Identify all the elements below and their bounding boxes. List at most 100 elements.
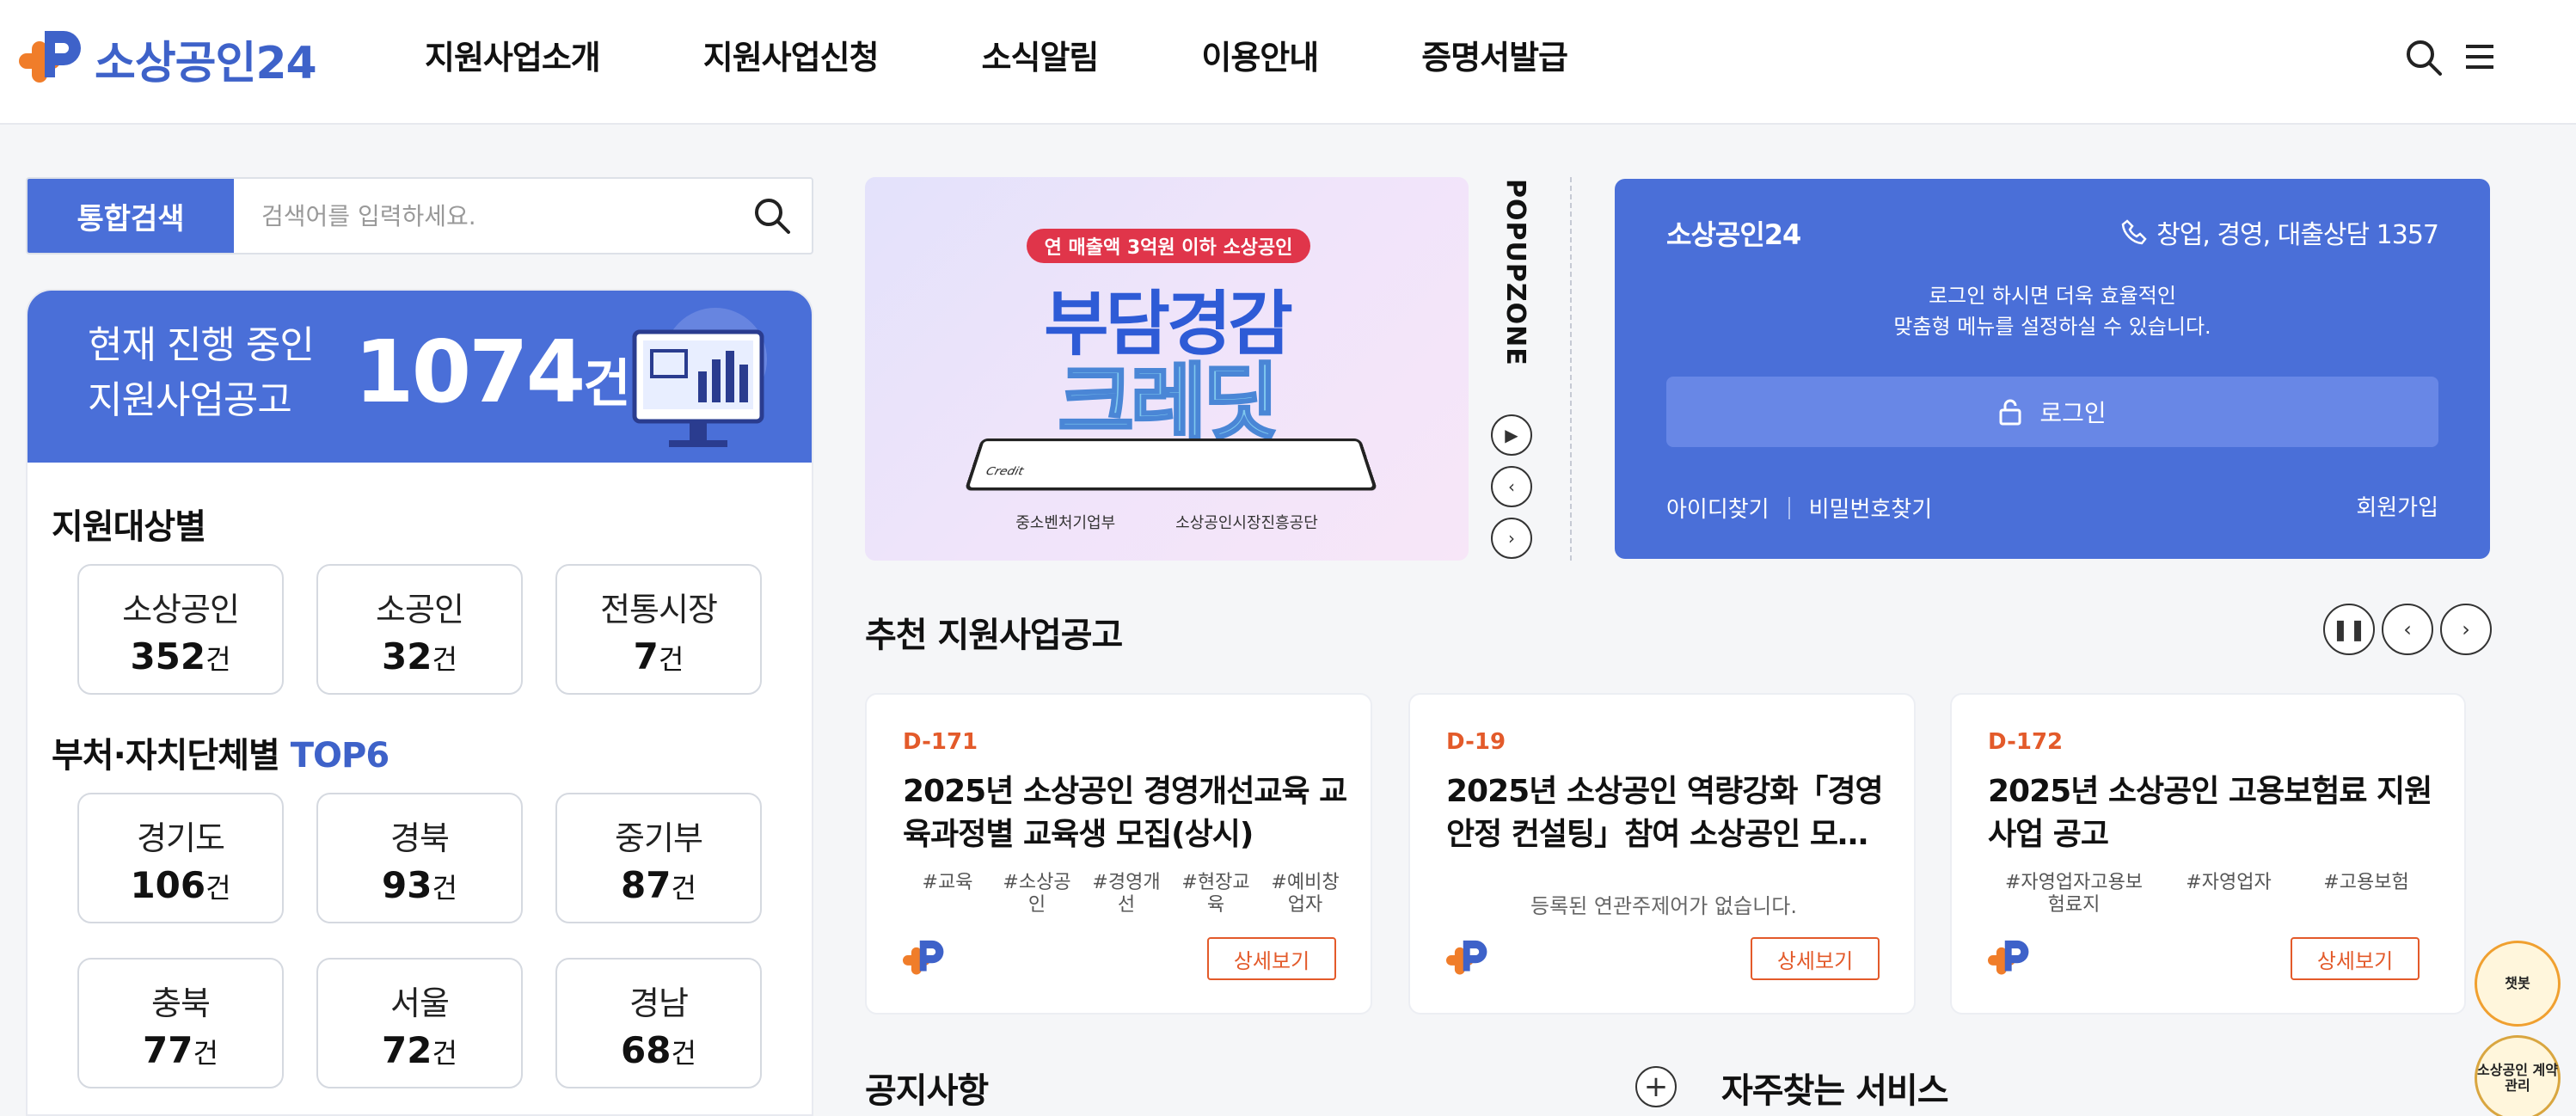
ongoing-label-line1: 현재 진행 중인 — [88, 323, 315, 367]
nav-item-intro[interactable]: 지원사업소개 — [425, 31, 601, 78]
target-item-name: 전통시장 — [600, 591, 718, 629]
search-icon[interactable] — [2404, 38, 2444, 77]
dday-badge: D-171 — [903, 729, 978, 755]
find-password-link[interactable]: 비밀번호찾기 — [1809, 492, 1933, 524]
target-item-manufacturer[interactable]: 소공인 32건 — [316, 564, 523, 695]
banner-title2: 크레딧 — [1057, 353, 1280, 452]
card-title: 2025년 소상공인 경영개선교육 교육과정별 교육생 모집(상시) — [903, 774, 1347, 852]
target-item-small-business[interactable]: 소상공인 352건 — [77, 564, 284, 695]
tag[interactable]: #자영업자고용보험료지 — [1996, 872, 2151, 917]
site-header: 소상공인24 지원사업소개 지원사업신청 소식알림 이용안내 증명서발급 — [0, 0, 2576, 125]
no-tags-message: 등록된 연관주제어가 없습니다. — [1530, 894, 1797, 918]
main-nav: 지원사업소개 지원사업신청 소식알림 이용안내 증명서발급 — [425, 31, 1671, 78]
contract-manage-button[interactable]: 소상공인 계약관리 — [2475, 1035, 2561, 1116]
chatbot-button[interactable]: 챗봇 — [2475, 941, 2561, 1027]
region-item-mss[interactable]: 중기부 87건 — [555, 793, 762, 923]
region-item-gyeongnam[interactable]: 경남 68건 — [555, 958, 762, 1088]
monitor-chart-icon — [632, 308, 767, 447]
region-item-gyeongbuk[interactable]: 경북 93건 — [316, 793, 523, 923]
contract-label: 소상공인 계약관리 — [2477, 1062, 2558, 1094]
card-text: Credit — [984, 465, 1025, 478]
site-logo[interactable]: 소상공인24 — [19, 24, 317, 93]
login-button[interactable]: 로그인 — [1666, 377, 2438, 447]
region-item-seoul[interactable]: 서울 72건 — [316, 958, 523, 1088]
find-id-link[interactable]: 아이디찾기 — [1666, 492, 1769, 524]
banner-pill: 연 매출액 3억원 이하 소상공인 — [1027, 229, 1310, 263]
popup-next-button[interactable]: › — [1491, 518, 1532, 559]
banner-orgs: 중소벤처기업부 소상공인시장진흥공단 — [865, 511, 1469, 533]
popup-prev-button[interactable]: ‹ — [1491, 466, 1532, 507]
ongoing-count-banner[interactable]: 현재 진행 중인 지원사업공고 1074건 — [28, 291, 812, 463]
card-title: 2025년 소상공인 역량강화「경영안정 컨설팅」참여 소상공인 모… — [1446, 774, 1884, 852]
recommend-next-button[interactable]: › — [2440, 604, 2492, 655]
unified-search: 통합검색 — [26, 177, 813, 254]
dday-badge: D-172 — [1988, 729, 2064, 755]
target-item-market[interactable]: 전통시장 7건 — [555, 564, 762, 695]
nav-item-apply[interactable]: 지원사업신청 — [703, 31, 880, 78]
search-tag: 통합검색 — [28, 179, 234, 253]
section-title-by-region: 부처·자치단체별 TOP6 — [52, 736, 389, 776]
notice-more-button[interactable]: + — [1635, 1066, 1677, 1107]
region-item-gyeonggi[interactable]: 경기도 106건 — [77, 793, 284, 923]
login-box: 소상공인24 창업, 경영, 대출상담 1357 로그인 하시면 더욱 효율적인… — [1615, 179, 2490, 559]
tag[interactable]: #소상공인 — [996, 872, 1078, 917]
recommend-title: 추천 지원사업공고 — [865, 616, 1123, 655]
chatbot-label: 챗봇 — [2505, 975, 2530, 991]
logo-mark-icon — [19, 31, 81, 83]
tag[interactable]: #교육 — [906, 872, 989, 917]
lock-icon — [1999, 399, 2021, 426]
target-item-name: 소상공인 — [122, 591, 240, 629]
card-title: 2025년 소상공인 고용보험료 지원사업 공고 — [1988, 774, 2432, 852]
nav-item-certificate[interactable]: 증명서발급 — [1421, 31, 1568, 78]
org-mss: 중소벤처기업부 — [1015, 514, 1116, 532]
recommend-card[interactable]: D-172 2025년 소상공인 고용보험료 지원사업 공고 #자영업자고용보험… — [1950, 693, 2466, 1015]
detail-button[interactable]: 상세보기 — [1751, 937, 1880, 980]
recommend-pause-button[interactable]: ❚❚ — [2323, 604, 2375, 655]
login-brand: 소상공인24 — [1666, 218, 1801, 251]
consult-phone: 창업, 경영, 대출상담 1357 — [2120, 213, 2439, 251]
detail-button[interactable]: 상세보기 — [2291, 937, 2420, 980]
dday-badge: D-19 — [1446, 729, 1506, 755]
mini-logo-icon — [1988, 940, 2029, 975]
credit-card-graphic: Credit — [964, 438, 1378, 491]
menu-icon[interactable] — [2463, 40, 2497, 74]
recommend-card[interactable]: D-171 2025년 소상공인 경영개선교육 교육과정별 교육생 모집(상시)… — [865, 693, 1372, 1015]
nav-item-news[interactable]: 소식알림 — [982, 31, 1100, 78]
detail-button[interactable]: 상세보기 — [1207, 937, 1336, 980]
account-links: 아이디찾기 비밀번호찾기 — [1666, 492, 1932, 524]
tag[interactable]: #자영업자 — [2168, 872, 2289, 917]
target-item-count: 7건 — [633, 635, 684, 678]
join-link[interactable]: 회원가입 — [2356, 490, 2438, 522]
tag[interactable]: #경영개선 — [1085, 872, 1168, 917]
target-item-name: 소공인 — [376, 591, 464, 629]
region-item-chungbuk[interactable]: 충북 77건 — [77, 958, 284, 1088]
card-tags: #자영업자고용보험료지 #자영업자 #고용보험 — [1988, 872, 2435, 917]
link-separator — [1788, 496, 1790, 519]
target-item-count: 32건 — [382, 635, 457, 678]
tag[interactable]: #고용보험 — [2306, 872, 2426, 917]
card-tags: #교육 #소상공인 #경영개선 #현장교육 #예비창업자 — [903, 872, 1350, 917]
phone-icon — [2121, 219, 2147, 245]
section-title-by-target: 지원대상별 — [52, 507, 206, 547]
recommend-prev-button[interactable]: ‹ — [2382, 604, 2433, 655]
nav-item-guide[interactable]: 이용안내 — [1201, 31, 1319, 78]
org-semas: 소상공인시장진흥공단 — [1175, 514, 1318, 532]
ongoing-count-number: 1074 — [354, 322, 586, 422]
top6-highlight: TOP6 — [290, 736, 389, 776]
popup-banner[interactable]: 연 매출액 3억원 이하 소상공인 부담경감 크레딧 Credit 중소벤처기업… — [865, 177, 1469, 561]
divider — [1570, 177, 1572, 561]
target-item-count: 352건 — [130, 635, 231, 678]
tag[interactable]: #예비창업자 — [1264, 872, 1346, 917]
ongoing-label-line2: 지원사업공고 — [88, 378, 292, 422]
recommend-card[interactable]: D-19 2025년 소상공인 역량강화「경영안정 컨설팅」참여 소상공인 모…… — [1408, 693, 1916, 1015]
mini-logo-icon — [903, 940, 944, 975]
popup-play-button[interactable]: ▶ — [1491, 414, 1532, 456]
search-icon — [755, 199, 790, 234]
mini-logo-icon — [1446, 940, 1487, 975]
tag[interactable]: #현장교육 — [1175, 872, 1257, 917]
logo-text: 소상공인24 — [95, 37, 317, 89]
ongoing-count: 1074건 — [354, 322, 631, 422]
search-input[interactable] — [234, 179, 733, 253]
ongoing-label: 현재 진행 중인 지원사업공고 — [88, 318, 315, 428]
search-button[interactable] — [733, 179, 812, 253]
